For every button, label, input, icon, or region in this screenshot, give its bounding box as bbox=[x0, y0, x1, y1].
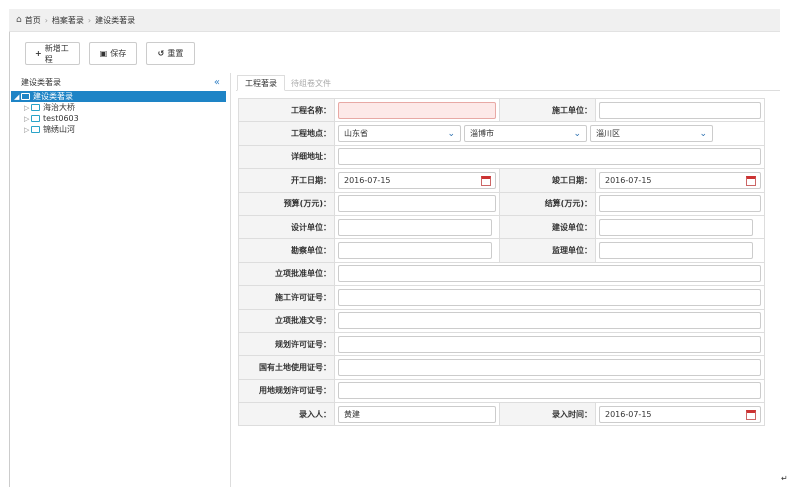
reset-label: 重置 bbox=[167, 49, 184, 58]
land-planning-label: 用地规划许可证号： bbox=[238, 378, 335, 404]
approval-doc-label: 立项批准文号： bbox=[238, 308, 335, 333]
permit-no-label: 施工许可证号： bbox=[238, 285, 335, 310]
approval-unit-input[interactable] bbox=[338, 265, 761, 283]
tree-node-item[interactable]: ▷ 锦绣山河 bbox=[11, 124, 230, 135]
build-unit-input[interactable] bbox=[599, 218, 753, 236]
tab-project-entry[interactable]: 工程著录 bbox=[237, 75, 285, 91]
breadcrumb-home[interactable]: 首页 bbox=[25, 15, 41, 26]
tree-node-item[interactable]: ▷ 海治大桥 bbox=[11, 102, 230, 113]
end-date-input[interactable]: 2016-07-15 bbox=[599, 171, 761, 189]
reset-button[interactable]: ↺ 重置 bbox=[146, 42, 195, 65]
entry-time-input[interactable]: 2016-07-15 bbox=[599, 405, 761, 423]
supervise-unit-input[interactable] bbox=[599, 242, 753, 260]
approval-unit-label: 立项批准单位： bbox=[238, 261, 335, 287]
tree-node-label: 建设类著录 bbox=[33, 92, 73, 101]
chevron-down-icon: ⌄ bbox=[573, 128, 581, 139]
approval-doc-input[interactable] bbox=[338, 312, 761, 330]
project-name-label: 工程名称： bbox=[238, 97, 335, 123]
chevron-right-icon: › bbox=[44, 15, 48, 25]
undo-icon: ↺ bbox=[157, 49, 165, 58]
design-unit-label: 设计单位： bbox=[238, 214, 335, 240]
tree-node-item[interactable]: ▷ test0603 bbox=[11, 113, 230, 124]
planning-permit-input[interactable] bbox=[338, 335, 761, 353]
tree-node-label: test0603 bbox=[43, 114, 79, 123]
tree-node-label: 海治大桥 bbox=[43, 103, 75, 112]
province-select[interactable]: 山东省 ⌄ bbox=[338, 125, 461, 143]
province-value: 山东省 bbox=[344, 129, 368, 139]
entry-time-value: 2016-07-15 bbox=[605, 409, 652, 419]
folder-icon bbox=[31, 126, 40, 133]
district-select[interactable]: 淄川区 ⌄ bbox=[590, 125, 713, 143]
land-cert-label: 国有土地使用证号： bbox=[238, 355, 335, 380]
collapse-sidebar-icon[interactable]: « bbox=[214, 77, 220, 88]
supervise-unit-label: 监理单位： bbox=[499, 238, 596, 263]
start-date-value: 2016-07-15 bbox=[344, 175, 391, 185]
build-unit-label: 建设单位： bbox=[499, 214, 596, 240]
start-date-label: 开工日期： bbox=[238, 168, 335, 193]
toolbar: + 新增工程 ▣ 保存 ↺ 重置 bbox=[25, 42, 195, 65]
calendar-icon[interactable] bbox=[481, 175, 491, 186]
location-label: 工程地点： bbox=[238, 121, 335, 146]
district-value: 淄川区 bbox=[596, 129, 620, 139]
folder-icon bbox=[31, 115, 40, 122]
breadcrumb: ⌂ 首页 › 档案著录 › 建设类著录 bbox=[9, 9, 780, 32]
survey-unit-input[interactable] bbox=[338, 242, 492, 260]
collapsed-icon[interactable]: ▷ bbox=[24, 115, 31, 123]
start-date-input[interactable]: 2016-07-15 bbox=[338, 171, 496, 189]
expanded-icon[interactable]: ◢ bbox=[14, 93, 21, 101]
folder-icon bbox=[21, 93, 30, 100]
land-cert-input[interactable] bbox=[338, 358, 761, 376]
chevron-down-icon: ⌄ bbox=[699, 128, 707, 139]
chevron-down-icon: ⌄ bbox=[447, 128, 455, 139]
end-date-label: 竣工日期： bbox=[499, 168, 596, 193]
project-tree: ◢ 建设类著录 ▷ 海治大桥 ▷ test0603 ▷ 锦绣山河 bbox=[11, 91, 230, 135]
entry-time-label: 录入时间： bbox=[499, 402, 596, 427]
end-date-value: 2016-07-15 bbox=[605, 175, 652, 185]
budget-input[interactable] bbox=[338, 195, 496, 213]
tab-bar: 工程著录 待组卷文件 bbox=[236, 75, 780, 91]
survey-unit-label: 勘察单位： bbox=[238, 238, 335, 263]
calendar-icon[interactable] bbox=[746, 175, 756, 186]
land-planning-input[interactable] bbox=[338, 382, 761, 400]
collapsed-icon[interactable]: ▷ bbox=[24, 104, 31, 112]
sidebar-title: 建设类著录 bbox=[21, 77, 61, 87]
contractor-input[interactable] bbox=[599, 101, 761, 119]
tree-node-root[interactable]: ◢ 建设类著录 bbox=[11, 91, 226, 102]
collapsed-icon[interactable]: ▷ bbox=[24, 126, 31, 134]
calendar-icon[interactable] bbox=[746, 409, 756, 420]
design-unit-input[interactable] bbox=[338, 218, 492, 236]
chevron-right-icon: › bbox=[87, 15, 92, 25]
breadcrumb-current: 建设类著录 bbox=[95, 15, 136, 25]
sidebar-header: 建设类著录 « bbox=[11, 75, 230, 89]
tab-pending-files[interactable]: 待组卷文件 bbox=[284, 75, 338, 91]
budget-label: 预算(万元)： bbox=[238, 191, 335, 216]
city-select[interactable]: 淄博市 ⌄ bbox=[464, 125, 587, 143]
breadcrumb-archive[interactable]: 档案著录 bbox=[52, 15, 84, 26]
contractor-label: 施工单位： bbox=[499, 97, 596, 123]
entered-by-input[interactable]: 黄建 bbox=[338, 405, 496, 423]
address-input[interactable] bbox=[338, 148, 761, 166]
save-button[interactable]: ▣ 保存 bbox=[89, 42, 137, 65]
add-project-button[interactable]: + 新增工程 bbox=[25, 42, 80, 65]
project-name-input[interactable] bbox=[338, 101, 496, 119]
return-mark: ↵ bbox=[781, 474, 788, 483]
save-label: 保存 bbox=[110, 49, 127, 58]
entered-by-label: 录入人： bbox=[238, 402, 335, 427]
save-icon: ▣ bbox=[99, 49, 108, 58]
planning-permit-label: 规划许可证号： bbox=[238, 331, 335, 357]
sidebar-divider bbox=[230, 73, 231, 487]
tree-node-label: 锦绣山河 bbox=[43, 125, 75, 134]
address-label: 详细地址： bbox=[238, 144, 335, 170]
project-form: 工程名称： 施工单位： 工程地点： 山东省 ⌄ 淄博市 ⌄ 淄川区 ⌄ 详细地址… bbox=[238, 97, 765, 427]
settlement-input[interactable] bbox=[599, 195, 761, 213]
permit-no-input[interactable] bbox=[338, 288, 761, 306]
city-value: 淄博市 bbox=[470, 129, 494, 139]
folder-icon bbox=[31, 104, 40, 111]
settlement-label: 结算(万元)： bbox=[499, 191, 596, 216]
home-icon: ⌂ bbox=[16, 15, 22, 25]
plus-icon: + bbox=[35, 49, 42, 58]
add-project-label: 新增工程 bbox=[44, 43, 69, 64]
